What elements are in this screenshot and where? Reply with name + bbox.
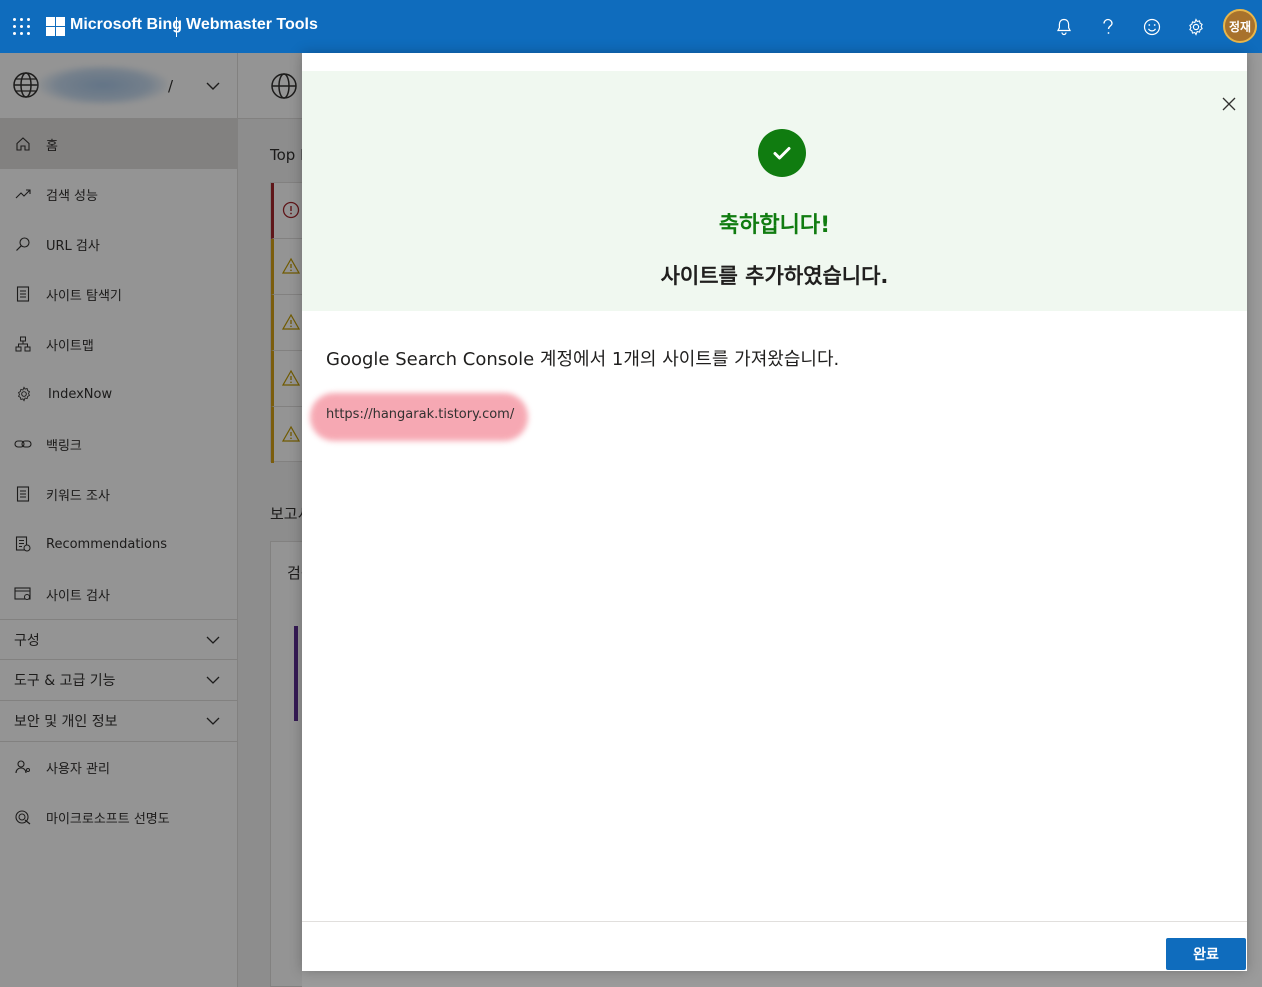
success-dialog: 축하합니다! 사이트를 추가하였습니다. Google Search Conso… (302, 53, 1247, 971)
done-button[interactable]: 완료 (1166, 938, 1246, 970)
check-circle-icon (758, 129, 806, 177)
smiley-icon[interactable] (1139, 14, 1165, 40)
help-icon[interactable] (1095, 14, 1121, 40)
brand-name[interactable]: Microsoft Bing (70, 16, 182, 34)
success-hero: 축하합니다! 사이트를 추가하였습니다. (302, 71, 1247, 311)
microsoft-logo (46, 17, 65, 36)
dialog-subtitle: 사이트를 추가하였습니다. (660, 264, 889, 288)
waffle-icon[interactable] (13, 18, 30, 35)
close-icon[interactable] (1219, 94, 1239, 114)
dialog-footer-divider (302, 921, 1247, 922)
brand-divider (176, 17, 177, 37)
overlay-edge (1247, 53, 1262, 987)
imported-site-url: https://hangarak.tistory.com/ (326, 407, 515, 422)
overlay-edge (302, 971, 1262, 987)
avatar[interactable]: 정재 (1223, 9, 1257, 43)
top-header: Microsoft Bing Webmaster Tools 정재 (0, 0, 1262, 53)
bell-icon[interactable] (1051, 14, 1077, 40)
import-message: Google Search Console 계정에서 1개의 사이트를 가져왔습… (326, 349, 840, 370)
gear-icon[interactable] (1183, 14, 1209, 40)
dialog-title: 축하합니다! (718, 213, 831, 238)
product-name[interactable]: Webmaster Tools (186, 16, 318, 34)
